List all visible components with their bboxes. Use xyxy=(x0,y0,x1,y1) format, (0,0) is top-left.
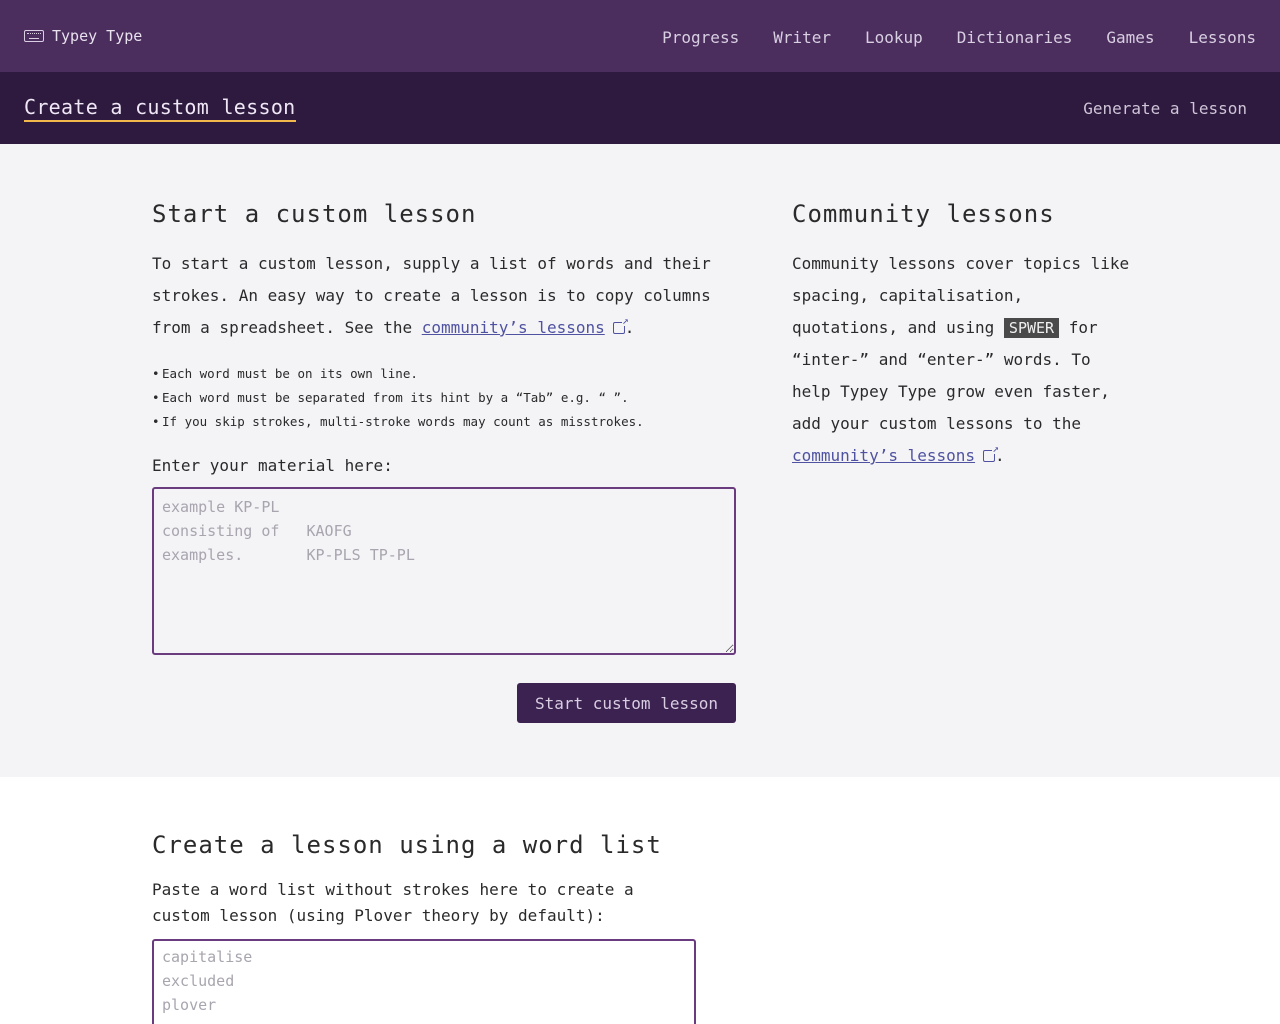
nav-progress[interactable]: Progress xyxy=(662,28,739,47)
brand-link[interactable]: Typey Type xyxy=(24,27,142,45)
community-lessons-link[interactable]: community’s lessons xyxy=(792,446,975,465)
custom-lesson-section: Start a custom lesson To start a custom … xyxy=(0,144,1280,777)
nav-lookup[interactable]: Lookup xyxy=(865,28,923,47)
generate-lesson-link[interactable]: Generate a lesson xyxy=(1083,99,1247,118)
community-lessons-text: Community lessons cover topics like spac… xyxy=(792,248,1132,472)
community-lessons-link[interactable]: community’s lessons xyxy=(422,318,605,337)
material-label: Enter your material here: xyxy=(152,456,393,475)
nav-games[interactable]: Games xyxy=(1106,28,1154,47)
material-input[interactable] xyxy=(152,487,736,655)
word-list-section: Create a lesson using a word list Paste … xyxy=(0,777,1280,1024)
nav-writer[interactable]: Writer xyxy=(773,28,831,47)
rule-item: Each word must be on its own line. xyxy=(152,362,736,386)
community-lessons-heading: Community lessons xyxy=(792,200,1055,228)
start-custom-lesson-button[interactable]: Start custom lesson xyxy=(516,683,736,723)
nav-lessons[interactable]: Lessons xyxy=(1189,28,1256,47)
brand-name: Typey Type xyxy=(52,27,143,45)
keyboard-icon xyxy=(24,30,44,42)
rule-item: If you skip strokes, multi-stroke words … xyxy=(152,410,736,434)
external-link-icon xyxy=(612,315,629,334)
word-list-heading: Create a lesson using a word list xyxy=(152,831,662,859)
external-link-icon xyxy=(983,443,1000,462)
start-custom-lesson-heading: Start a custom lesson xyxy=(152,200,477,228)
stroke-code: SPWER xyxy=(1003,318,1060,338)
sub-navigation-bar: Create a custom lesson Generate a lesson xyxy=(0,72,1280,144)
word-list-instructions: Paste a word list without strokes here t… xyxy=(152,880,634,925)
start-custom-lesson-panel: Start a custom lesson To start a custom … xyxy=(152,200,736,723)
community-lessons-panel: Community lessons Community lessons cove… xyxy=(792,200,1132,472)
nav-dictionaries[interactable]: Dictionaries xyxy=(957,28,1073,47)
rule-item: Each word must be separated from its hin… xyxy=(152,386,736,410)
top-navigation-bar: Typey Type Progress Writer Lookup Dictio… xyxy=(0,0,1280,72)
start-intro-text: To start a custom lesson, supply a list … xyxy=(152,248,736,344)
main-nav: Progress Writer Lookup Dictionaries Game… xyxy=(662,26,1256,47)
lesson-rules-list: Each word must be on its own line. Each … xyxy=(152,362,736,434)
word-list-input[interactable] xyxy=(152,939,696,1024)
create-custom-lesson-link[interactable]: Create a custom lesson xyxy=(24,95,296,122)
